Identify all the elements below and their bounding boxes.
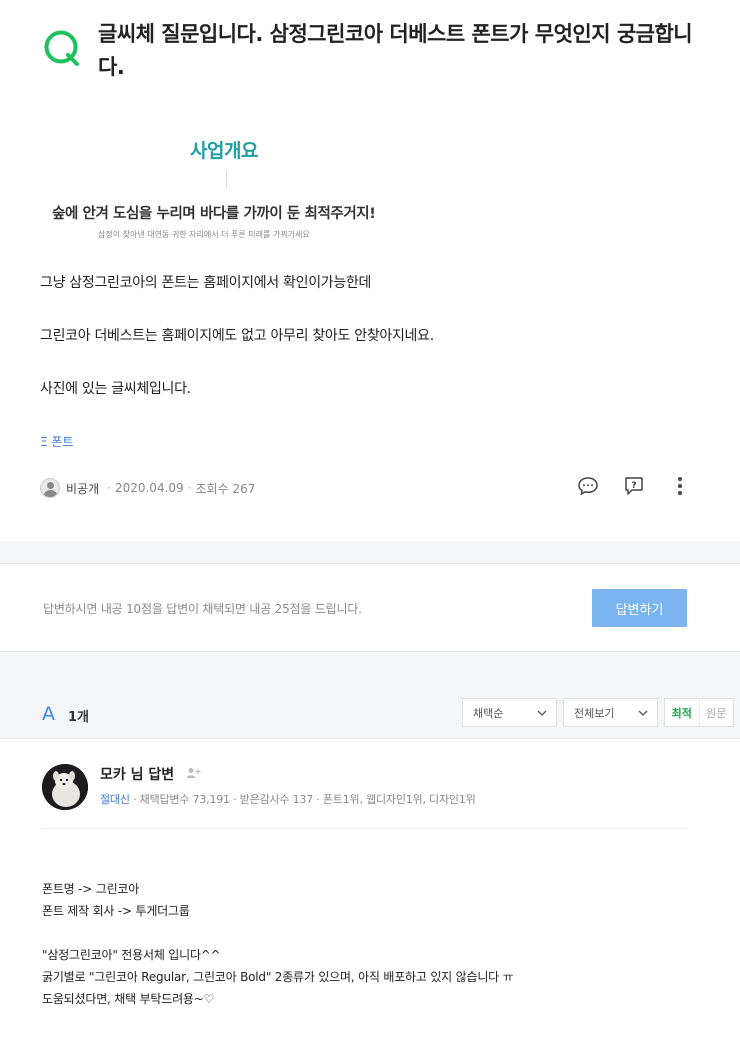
question-views: 조회수 267	[195, 481, 256, 496]
answer-section: 모카 님 답변 절대신 · 채택답변수 73,191 · 받은감사수 137 ·…	[0, 740, 740, 1041]
answer-a-icon: A	[42, 703, 55, 725]
answerer-stats: 절대신 · 채택답변수 73,191 · 받은감사수 137 · 폰트1위, 웹…	[100, 791, 476, 807]
answer-body-line	[42, 922, 513, 944]
answer-count: 1개	[68, 710, 90, 725]
view-toggle: 최적 원문	[664, 698, 734, 727]
answerer-name[interactable]: 모카 님 답변	[100, 764, 174, 784]
question-actions: ?	[576, 474, 692, 498]
anonymous-avatar-icon	[40, 478, 60, 498]
filter-dropdown[interactable]: 전체보기	[563, 698, 658, 727]
question-title: 글씨체 질문입니다. 삼정그린코아 더베스트 폰트가 무엇인지 궁금합니다.	[98, 22, 693, 79]
meta-separator: ·	[187, 481, 192, 495]
answerer-stats-text: · 채택답변수 73,191 · 받은감사수 137 · 폰트1위, 웹디자인1…	[133, 793, 476, 806]
answers-header: A 1개 채택순 전체보기 최적 원문	[0, 691, 740, 739]
tag-link[interactable]: Ξ 폰트	[40, 433, 73, 450]
add-friend-icon[interactable]	[186, 767, 202, 779]
question-author: 비공개	[66, 481, 100, 496]
question-body: 그냥 삼정그린코아의 폰트는 홈페이지에서 확인이가능한데 그린코아 더베스트는…	[40, 272, 690, 431]
answer-body-line: "삼정그린코아" 전용서체 입니다^^	[42, 948, 221, 962]
answerer-grade: 절대신	[100, 793, 130, 806]
question-section: 글씨체 질문입니다. 삼정그린코아 더베스트 폰트가 무엇인지 궁금합니다. 사…	[0, 0, 740, 541]
image-slogan: 숲에 안겨 도심을 누리며 바다를 가까이 둔 최적주거지!	[52, 206, 376, 222]
toggle-best[interactable]: 최적	[665, 699, 699, 726]
question-body-line: 그린코아 더베스트는 홈페이지에도 없고 아무리 찾아도 안찾아지네요.	[40, 328, 434, 344]
answerer-avatar[interactable]	[42, 764, 88, 810]
meta-separator: ·	[107, 481, 111, 495]
sort-dropdown-value: 채택순	[473, 706, 504, 720]
more-icon[interactable]	[668, 474, 692, 498]
svg-text:?: ?	[631, 481, 636, 491]
answer-body-line: 도움되셨다면, 채택 부탁드려용~♡	[42, 992, 215, 1006]
chevron-down-icon	[638, 710, 648, 716]
chevron-down-icon	[537, 710, 547, 716]
question-body-line: 그냥 삼정그린코아의 폰트는 홈페이지에서 확인이가능한데	[40, 275, 372, 291]
answer-body: 폰트명 -> 그린코아 폰트 제작 회사 -> 투게더그룹 "삼정그린코아" 전…	[42, 878, 514, 1010]
question-image: 사업개요 숲에 안겨 도심을 누리며 바다를 가까이 둔 최적주거지! 삼정이 …	[40, 126, 460, 250]
answer-prompt: 답변하시면 내공 10점을 답변이 채택되면 내공 25점을 드립니다. 답변하…	[0, 563, 740, 652]
comment-icon[interactable]	[576, 474, 600, 498]
question-date: 2020.04.09	[114, 481, 184, 495]
image-subtext: 삼정이 찾아낸 대연동 귀한 자리에서 더 푸른 미래를 가꿔가세요	[98, 230, 310, 239]
image-divider	[226, 170, 227, 188]
report-icon[interactable]: ?	[622, 474, 646, 498]
answer-body-line: 폰트 제작 회사 -> 투게더그룹	[42, 904, 190, 918]
write-answer-button[interactable]: 답변하기	[592, 589, 687, 627]
sort-dropdown[interactable]: 채택순	[462, 698, 557, 727]
answer-divider	[42, 828, 688, 829]
question-meta: 비공개 · 2020.04.09 · 조회수 267	[40, 477, 255, 499]
toggle-original[interactable]: 원문	[698, 699, 734, 726]
answer-reward-info: 답변하시면 내공 10점을 답변이 채택되면 내공 25점을 드립니다.	[43, 602, 362, 616]
q-icon	[44, 30, 79, 66]
filter-dropdown-value: 전체보기	[574, 706, 615, 720]
answer-body-line: 굵기별로 "그린코아 Regular, 그린코아 Bold" 2종류가 있으며,…	[42, 970, 514, 984]
question-body-line: 사진에 있는 글씨체입니다.	[40, 381, 191, 397]
image-heading: 사업개요	[190, 140, 258, 162]
answer-body-line: 폰트명 -> 그린코아	[42, 882, 140, 896]
